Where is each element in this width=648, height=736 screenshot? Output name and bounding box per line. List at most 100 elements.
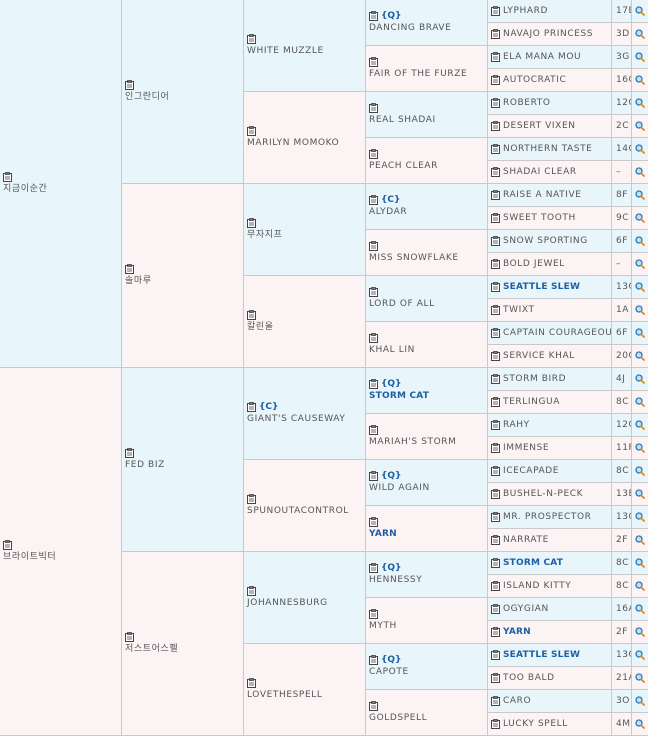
clipboard-icon[interactable]: [369, 57, 378, 67]
magnifier-icon[interactable]: [632, 575, 648, 598]
clipboard-icon[interactable]: [369, 287, 378, 297]
horse-name-link[interactable]: ELA MANA MOU: [503, 51, 581, 63]
horse-name-link[interactable]: AUTOCRATIC: [503, 74, 566, 86]
horse-name-link[interactable]: RAHY: [503, 419, 530, 431]
magnifier-icon[interactable]: [632, 368, 648, 391]
clipboard-icon[interactable]: [491, 512, 500, 522]
horse-name-link[interactable]: SEATTLE SLEW: [503, 649, 580, 661]
clipboard-icon[interactable]: [491, 213, 500, 223]
clipboard-icon[interactable]: [491, 673, 500, 683]
horse-name-link[interactable]: YARN: [369, 528, 487, 540]
horse-name-link[interactable]: GOLDSPELL: [369, 712, 487, 724]
magnifier-icon[interactable]: [632, 437, 648, 460]
horse-name-link[interactable]: BOLD JEWEL: [503, 258, 565, 270]
magnifier-icon[interactable]: [632, 23, 648, 46]
clipboard-icon[interactable]: [491, 489, 500, 499]
clipboard-icon[interactable]: [247, 218, 256, 228]
clipboard-icon[interactable]: [491, 328, 500, 338]
magnifier-icon[interactable]: [632, 391, 648, 414]
magnifier-icon[interactable]: [632, 207, 648, 230]
clipboard-icon[interactable]: [369, 425, 378, 435]
clipboard-icon[interactable]: [369, 517, 378, 527]
clipboard-icon[interactable]: [491, 604, 500, 614]
horse-name-link[interactable]: NORTHERN TASTE: [503, 143, 592, 155]
clipboard-icon[interactable]: [369, 655, 378, 665]
horse-name-link[interactable]: NAVAJO PRINCESS: [503, 28, 593, 40]
clipboard-icon[interactable]: [247, 126, 256, 136]
clipboard-icon[interactable]: [491, 443, 500, 453]
horse-name-link[interactable]: YARN: [503, 626, 531, 638]
magnifier-icon[interactable]: [632, 506, 648, 529]
horse-name-link[interactable]: TOO BALD: [503, 672, 555, 684]
clipboard-icon[interactable]: [247, 310, 256, 320]
horse-name-link[interactable]: STORM BIRD: [503, 373, 566, 385]
clipboard-icon[interactable]: [491, 167, 500, 177]
clipboard-icon[interactable]: [369, 563, 378, 573]
clipboard-icon[interactable]: [3, 172, 12, 182]
horse-name-link[interactable]: PEACH CLEAR: [369, 160, 487, 172]
horse-name-link[interactable]: LYPHARD: [503, 5, 548, 17]
magnifier-icon[interactable]: [632, 598, 648, 621]
horse-name-link[interactable]: OGYGIAN: [503, 603, 549, 615]
horse-name-link[interactable]: 칼린올: [247, 321, 365, 333]
clipboard-icon[interactable]: [125, 264, 134, 274]
horse-name-link[interactable]: LOVETHESPELL: [247, 689, 365, 701]
clipboard-icon[interactable]: [491, 121, 500, 131]
horse-name-link[interactable]: NARRATE: [503, 534, 549, 546]
horse-name-link[interactable]: JOHANNESBURG: [247, 597, 365, 609]
horse-name-link[interactable]: CAPTAIN COURAGEOUS: [503, 327, 611, 339]
clipboard-icon[interactable]: [491, 29, 500, 39]
clipboard-icon[interactable]: [247, 586, 256, 596]
clipboard-icon[interactable]: [247, 494, 256, 504]
clipboard-icon[interactable]: [369, 471, 378, 481]
horse-name-link[interactable]: CAPOTE: [369, 666, 487, 678]
horse-name-link[interactable]: ROBERTO: [503, 97, 551, 109]
horse-name-link[interactable]: 브라이트빅터: [3, 551, 121, 563]
magnifier-icon[interactable]: [632, 299, 648, 322]
clipboard-icon[interactable]: [369, 609, 378, 619]
horse-name-link[interactable]: 저스트어스펠: [125, 643, 243, 655]
horse-name-link[interactable]: DESERT VIXEN: [503, 120, 576, 132]
magnifier-icon[interactable]: [632, 184, 648, 207]
magnifier-icon[interactable]: [632, 92, 648, 115]
clipboard-icon[interactable]: [369, 241, 378, 251]
clipboard-icon[interactable]: [491, 374, 500, 384]
clipboard-icon[interactable]: [491, 75, 500, 85]
clipboard-icon[interactable]: [247, 34, 256, 44]
clipboard-icon[interactable]: [247, 678, 256, 688]
horse-name-link[interactable]: ALYDAR: [369, 206, 487, 218]
clipboard-icon[interactable]: [491, 627, 500, 637]
horse-name-link[interactable]: SNOW SPORTING: [503, 235, 588, 247]
horse-name-link[interactable]: STORM CAT: [369, 390, 487, 402]
magnifier-icon[interactable]: [632, 483, 648, 506]
clipboard-icon[interactable]: [369, 379, 378, 389]
horse-name-link[interactable]: KHAL LIN: [369, 344, 487, 356]
magnifier-icon[interactable]: [632, 322, 648, 345]
magnifier-icon[interactable]: [632, 644, 648, 667]
magnifier-icon[interactable]: [632, 253, 648, 276]
horse-name-link[interactable]: FED BIZ: [125, 459, 243, 471]
horse-name-link[interactable]: 무자지프: [247, 229, 365, 241]
clipboard-icon[interactable]: [491, 305, 500, 315]
horse-name-link[interactable]: ISLAND KITTY: [503, 580, 571, 592]
clipboard-icon[interactable]: [491, 696, 500, 706]
horse-name-link[interactable]: IMMENSE: [503, 442, 549, 454]
horse-name-link[interactable]: MARIAH'S STORM: [369, 436, 487, 448]
magnifier-icon[interactable]: [632, 621, 648, 644]
clipboard-icon[interactable]: [369, 195, 378, 205]
horse-name-link[interactable]: TERLINGUA: [503, 396, 560, 408]
magnifier-icon[interactable]: [632, 115, 648, 138]
horse-name-link[interactable]: LUCKY SPELL: [503, 718, 568, 730]
horse-name-link[interactable]: REAL SHADAI: [369, 114, 487, 126]
horse-name-link[interactable]: WHITE MUZZLE: [247, 45, 365, 57]
horse-name-link[interactable]: GIANT'S CAUSEWAY: [247, 413, 365, 425]
clipboard-icon[interactable]: [491, 719, 500, 729]
horse-name-link[interactable]: MYTH: [369, 620, 487, 632]
magnifier-icon[interactable]: [632, 345, 648, 368]
clipboard-icon[interactable]: [369, 11, 378, 21]
horse-name-link[interactable]: ICECAPADE: [503, 465, 559, 477]
clipboard-icon[interactable]: [491, 466, 500, 476]
horse-name-link[interactable]: BUSHEL-N-PECK: [503, 488, 583, 500]
horse-name-link[interactable]: SPUNOUTACONTROL: [247, 505, 365, 517]
horse-name-link[interactable]: DANCING BRAVE: [369, 22, 487, 34]
